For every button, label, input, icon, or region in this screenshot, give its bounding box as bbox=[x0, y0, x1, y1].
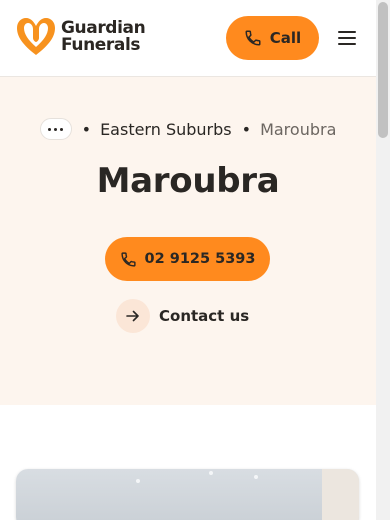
site-header: Guardian Funerals Call bbox=[0, 0, 376, 77]
breadcrumb-item-eastern-suburbs[interactable]: Eastern Suburbs bbox=[100, 120, 232, 139]
page-title: Maroubra bbox=[96, 161, 280, 201]
phone-icon bbox=[120, 251, 136, 267]
breadcrumb-separator: • bbox=[81, 119, 92, 139]
logo-wordmark: Guardian Funerals bbox=[61, 20, 146, 55]
breadcrumb-item-current: Maroubra bbox=[260, 119, 337, 139]
contact-us-label: Contact us bbox=[159, 307, 250, 325]
call-button-label: Call bbox=[269, 29, 302, 47]
menu-bar-top bbox=[338, 31, 356, 33]
page: Guardian Funerals Call • Eastern Suburbs… bbox=[0, 0, 390, 520]
heart-logo-icon bbox=[17, 18, 55, 55]
phone-icon bbox=[245, 30, 261, 46]
menu-bar-middle bbox=[338, 37, 356, 39]
breadcrumb: • Eastern Suburbs • Maroubra bbox=[0, 118, 376, 140]
arrow-right-icon bbox=[116, 299, 150, 333]
hero-section: • Eastern Suburbs • Maroubra Maroubra 02… bbox=[0, 77, 376, 405]
hamburger-menu-icon[interactable] bbox=[336, 28, 358, 48]
guardian-funerals-logo[interactable]: Guardian Funerals bbox=[15, 16, 146, 58]
page-scrollbar[interactable] bbox=[376, 0, 390, 520]
logo-line-2: Funerals bbox=[61, 35, 141, 55]
photo-wall-detail bbox=[322, 469, 359, 520]
phone-number-button[interactable]: 02 9125 5393 bbox=[105, 237, 270, 281]
phone-number-label: 02 9125 5393 bbox=[144, 251, 256, 267]
breadcrumb-more-icon[interactable] bbox=[39, 118, 72, 140]
breadcrumb-separator: • bbox=[241, 119, 252, 139]
scrollbar-thumb[interactable] bbox=[378, 2, 388, 138]
call-button[interactable]: Call bbox=[226, 16, 319, 60]
location-photo bbox=[16, 469, 359, 520]
contact-us-link[interactable]: Contact us bbox=[116, 299, 249, 333]
menu-bar-bottom bbox=[338, 43, 356, 45]
